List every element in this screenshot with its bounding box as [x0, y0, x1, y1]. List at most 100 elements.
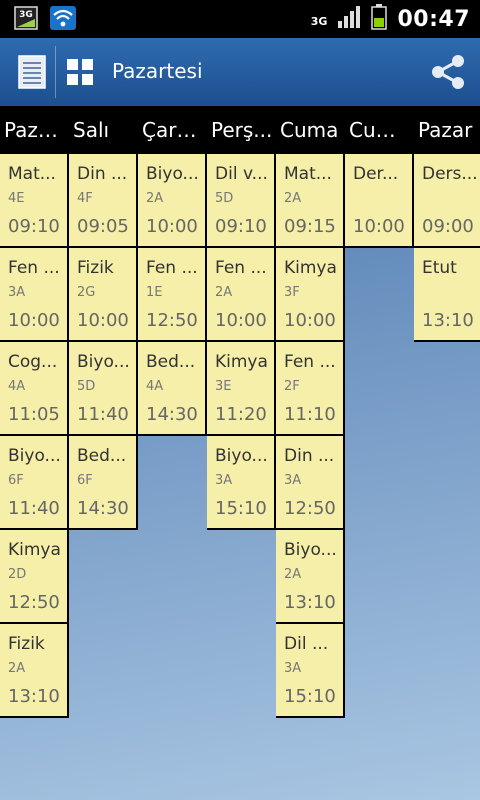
- lesson-name: Kimya: [215, 352, 268, 372]
- lesson-card[interactable]: Biyo... 6F 11:40: [0, 436, 69, 530]
- lesson-room: 3A: [284, 661, 302, 676]
- lesson-card[interactable]: Kimya 3F 10:00: [276, 248, 345, 342]
- lesson-time: 15:10: [284, 686, 336, 707]
- network-type-label: 3G: [310, 14, 328, 28]
- lesson-card[interactable]: Fen ... 2A 10:00: [207, 248, 276, 342]
- lesson-time: 14:30: [146, 404, 198, 425]
- day-header-saturday[interactable]: Cum...: [345, 106, 411, 154]
- lesson-card[interactable]: Bed... 6F 14:30: [69, 436, 138, 530]
- day-header-thursday[interactable]: Perş...: [207, 106, 273, 154]
- lesson-room: 2A: [146, 191, 164, 206]
- lesson-card[interactable]: Biyo... 2A 10:00: [138, 154, 207, 248]
- lesson-time: 15:10: [215, 498, 267, 519]
- lesson-name: Fizik: [8, 634, 45, 654]
- lesson-name: Bed...: [77, 446, 127, 466]
- lesson-room: 2G: [77, 285, 96, 300]
- lesson-name: Din ...: [77, 164, 128, 184]
- lesson-room: 5D: [77, 379, 96, 394]
- lesson-name: Dil v...: [215, 164, 268, 184]
- lesson-card[interactable]: Kimya 3E 11:20: [207, 342, 276, 436]
- lesson-time: 09:10: [215, 216, 267, 237]
- day-header-wednesday[interactable]: Çarş...: [138, 106, 204, 154]
- lesson-card[interactable]: Fizik 2A 13:10: [0, 624, 69, 718]
- wifi-icon: [50, 6, 76, 34]
- grid-view-icon[interactable]: [67, 59, 93, 85]
- lesson-card[interactable]: Mat... 2A 09:15: [276, 154, 345, 248]
- lesson-room: 3A: [215, 473, 233, 488]
- page-title: Pazartesi: [112, 59, 203, 83]
- lesson-card[interactable]: Biyo... 5D 11:40: [69, 342, 138, 436]
- day-column: Din ... 4F 09:05 Fizik 2G 10:00 Biyo... 5D 11:…: [69, 154, 138, 530]
- lesson-room: 2A: [215, 285, 233, 300]
- lesson-time: 14:30: [77, 498, 129, 519]
- lesson-room: 2A: [284, 191, 302, 206]
- lesson-card[interactable]: Biyo... 2A 13:10: [276, 530, 345, 624]
- lesson-name: Kimya: [8, 540, 61, 560]
- lesson-time: 13:10: [422, 310, 474, 331]
- lesson-room: 3E: [215, 379, 232, 394]
- day-header: Paza... Salı Çarş... Perş... Cuma Cum...…: [0, 106, 480, 154]
- share-icon[interactable]: [430, 54, 466, 90]
- lesson-name: Biyo...: [77, 352, 130, 372]
- lesson-time: 09:05: [77, 216, 129, 237]
- list-view-icon[interactable]: [18, 55, 46, 89]
- lesson-time: 12:50: [284, 498, 336, 519]
- lesson-card[interactable]: Dil ... 3A 15:10: [276, 624, 345, 718]
- day-column: Der... 10:00: [345, 154, 414, 248]
- lesson-card[interactable]: Ders... 09:00: [414, 154, 480, 248]
- signal-icon: [337, 5, 361, 33]
- lesson-card[interactable]: Mat... 4E 09:10: [0, 154, 69, 248]
- lesson-time: 09:00: [422, 216, 474, 237]
- lesson-card[interactable]: Fen ... 1E 12:50: [138, 248, 207, 342]
- lesson-name: Fen ...: [284, 352, 336, 372]
- data-3g-icon: 3G: [14, 6, 38, 34]
- day-header-friday[interactable]: Cuma: [276, 106, 342, 154]
- lesson-time: 10:00: [353, 216, 405, 237]
- lesson-time: 11:10: [284, 404, 336, 425]
- lesson-card[interactable]: Fen ... 3A 10:00: [0, 248, 69, 342]
- lesson-time: 10:00: [77, 310, 129, 331]
- network-3g-icon: 3G: [311, 10, 328, 29]
- lesson-name: Biyo...: [8, 446, 61, 466]
- lesson-time: 11:20: [215, 404, 267, 425]
- lesson-card[interactable]: Cog... 4A 11:05: [0, 342, 69, 436]
- lesson-card[interactable]: Fen ... 2F 11:10: [276, 342, 345, 436]
- lesson-card[interactable]: Der... 10:00: [345, 154, 414, 248]
- lesson-name: Ders...: [422, 164, 478, 184]
- lesson-room: 2A: [8, 661, 26, 676]
- lesson-room: 3A: [284, 473, 302, 488]
- lesson-card[interactable]: Etut 13:10: [414, 248, 480, 342]
- lesson-name: Der...: [353, 164, 399, 184]
- action-bar-divider: [55, 46, 56, 98]
- lesson-time: 10:00: [215, 310, 267, 331]
- lesson-time: 10:00: [8, 310, 60, 331]
- day-column: Mat... 4E 09:10 Fen ... 3A 10:00 Cog... 4A 11:…: [0, 154, 69, 718]
- svg-text:3G: 3G: [19, 10, 33, 20]
- lesson-room: 6F: [77, 473, 93, 488]
- lesson-name: Mat...: [8, 164, 56, 184]
- lesson-card[interactable]: Din ... 3A 12:50: [276, 436, 345, 530]
- lesson-room: 2D: [8, 567, 27, 582]
- lesson-card[interactable]: Din ... 4F 09:05: [69, 154, 138, 248]
- lesson-room: 6F: [8, 473, 24, 488]
- action-bar: Pazartesi: [0, 38, 480, 106]
- lesson-card[interactable]: Kimya 2D 12:50: [0, 530, 69, 624]
- day-header-tuesday[interactable]: Salı: [69, 106, 135, 154]
- lesson-time: 09:15: [284, 216, 336, 237]
- lesson-card[interactable]: Dil v... 5D 09:10: [207, 154, 276, 248]
- lesson-card[interactable]: Bed... 4A 14:30: [138, 342, 207, 436]
- battery-icon: [371, 4, 388, 34]
- lesson-name: Din ...: [284, 446, 335, 466]
- lesson-card[interactable]: Biyo... 3A 15:10: [207, 436, 276, 530]
- day-header-sunday[interactable]: Paza...: [0, 106, 66, 154]
- lesson-room: 4A: [146, 379, 164, 394]
- lesson-room: 5D: [215, 191, 234, 206]
- lesson-time: 13:10: [284, 592, 336, 613]
- lesson-card[interactable]: Fizik 2G 10:00: [69, 248, 138, 342]
- lesson-time: 11:40: [77, 404, 129, 425]
- day-header-sunday-2[interactable]: Pazar: [414, 106, 480, 154]
- lesson-time: 12:50: [8, 592, 60, 613]
- lesson-time: 11:40: [8, 498, 60, 519]
- lesson-name: Biyo...: [215, 446, 268, 466]
- lesson-name: Fen ...: [215, 258, 267, 278]
